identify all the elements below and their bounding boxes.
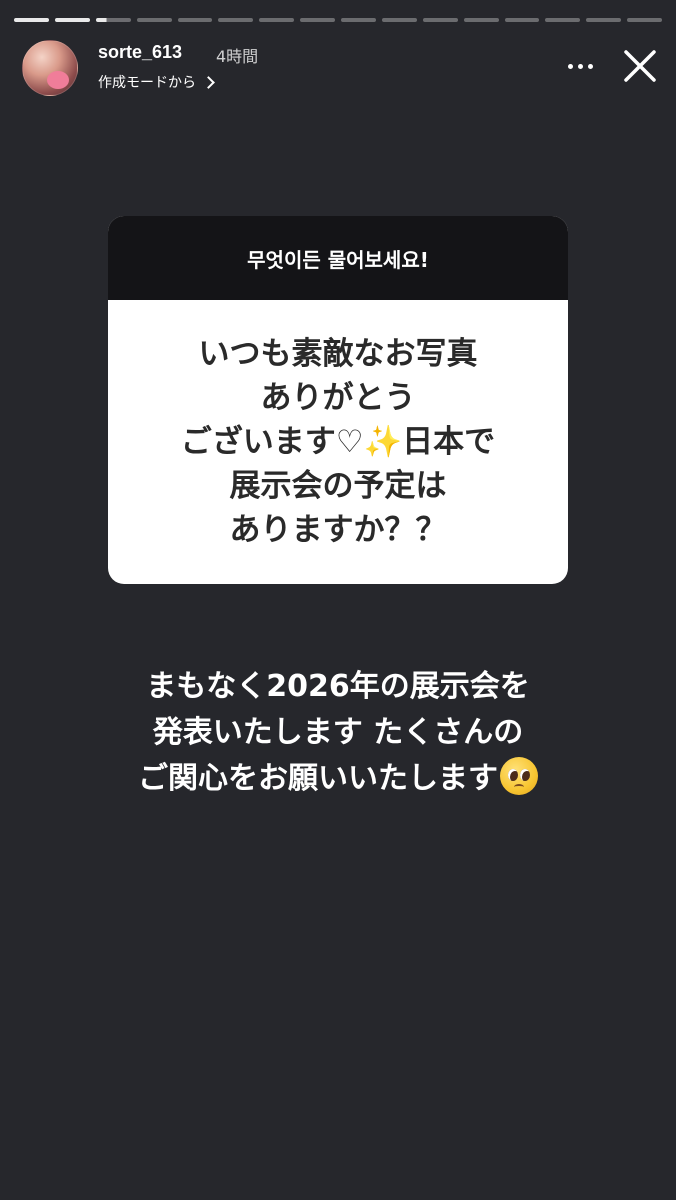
progress-segment: [136, 18, 172, 22]
more-options-button[interactable]: [560, 56, 600, 76]
reply-line: まもなく2026年の展示会を: [146, 669, 530, 704]
reply-line-text: ご関心をお願いいたします: [138, 761, 498, 796]
question-text: いつも素敵なお写真 ありがとう ございます♡✨日本で 展示会の予定は ありますか…: [108, 300, 568, 584]
story-progress-bar: [14, 18, 662, 22]
progress-segment: [300, 18, 335, 22]
progress-segment: [586, 18, 622, 22]
chevron-right-icon: [202, 75, 215, 89]
close-button[interactable]: [620, 46, 660, 86]
progress-segment: [54, 18, 90, 22]
progress-segment: [341, 18, 376, 22]
question-sticker[interactable]: 무엇이든 물어보세요! いつも素敵なお写真 ありがとう ございます♡✨日本で 展…: [108, 216, 568, 584]
question-line: ありがとう: [260, 380, 416, 416]
question-line: ありますか？？: [229, 512, 447, 548]
question-prompt: 무엇이든 물어보세요!: [108, 216, 568, 300]
pleading-face-icon: [500, 757, 538, 795]
progress-segment: [422, 18, 458, 22]
progress-segment: [177, 18, 213, 22]
progress-segment: [95, 18, 131, 22]
story-viewer[interactable]: sorte_613 4時間 作成モードから 무엇이든 물어보세요! いつも素敵な…: [0, 0, 676, 1200]
create-mode-label: 作成モードから: [98, 75, 196, 91]
profile-avatar[interactable]: [22, 40, 78, 96]
story-header: sorte_613 4時間 作成モードから: [20, 38, 660, 98]
dot-icon: [567, 63, 573, 69]
question-line: いつも素敵なお写真: [198, 336, 478, 372]
dot-icon: [577, 63, 583, 69]
post-time: 4時間: [216, 47, 259, 66]
question-line: ございます♡✨日本で: [180, 424, 496, 460]
progress-segment: [545, 18, 581, 22]
dot-icon: [587, 63, 593, 69]
close-icon: [624, 50, 656, 82]
reply-line-last: ご関心をお願いいたします: [60, 756, 616, 802]
progress-segment: [381, 18, 417, 22]
progress-segment: [463, 18, 499, 22]
progress-segment: [218, 18, 254, 22]
username[interactable]: sorte_613: [98, 42, 182, 63]
progress-segment: [504, 18, 540, 22]
avatar-decoration: [47, 71, 69, 89]
question-line: 展示会の予定は: [229, 468, 447, 504]
reply-line: 発表いたします たくさんの: [152, 715, 524, 750]
progress-segment: [14, 18, 49, 22]
reply-text: まもなく2026年の展示会を 発表いたします たくさんの ご関心をお願いいたしま…: [60, 664, 616, 802]
progress-segment: [627, 18, 662, 22]
progress-segment: [259, 18, 295, 22]
create-mode-link[interactable]: 作成モードから: [98, 72, 215, 92]
